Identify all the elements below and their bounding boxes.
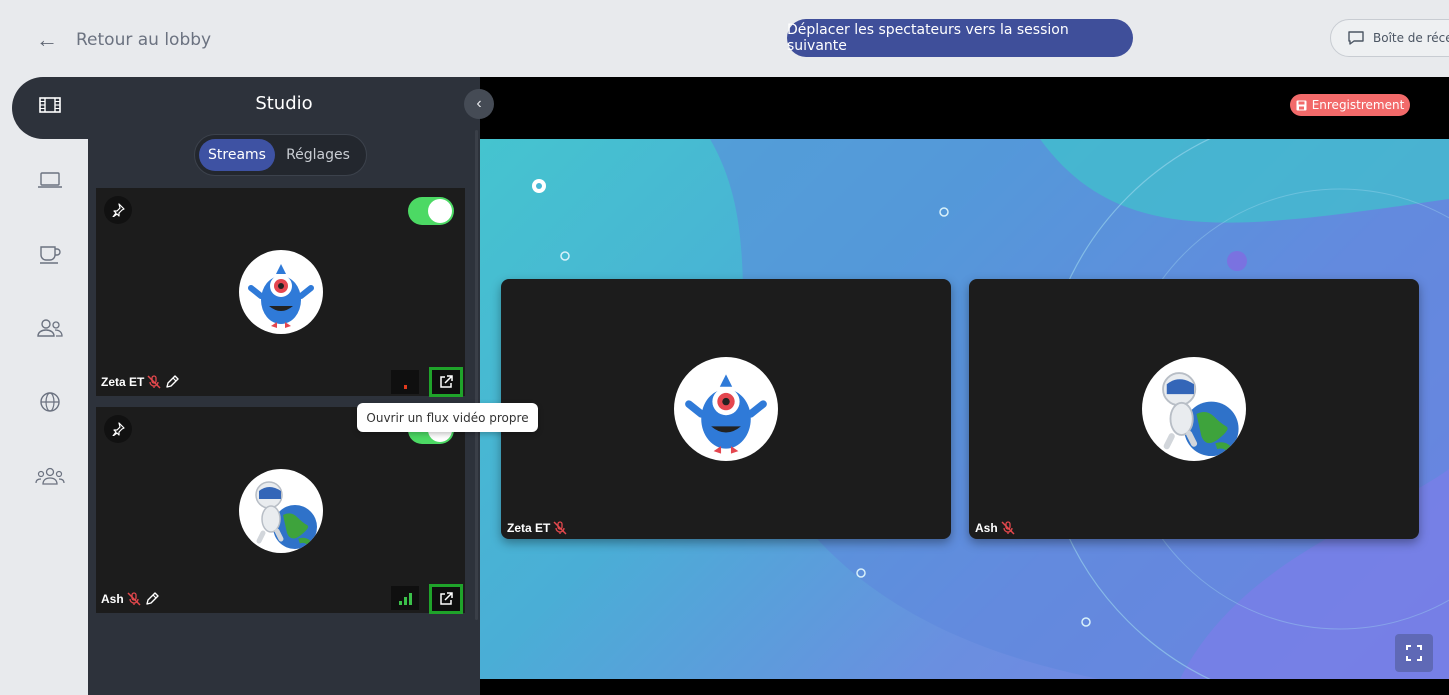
inbox-button[interactable]: Boîte de réce xyxy=(1330,19,1449,57)
stream-toggle[interactable] xyxy=(408,197,454,225)
globe-icon[interactable] xyxy=(35,390,65,414)
stage-tile-zeta: Zeta ET xyxy=(501,279,951,539)
arrow-left-icon: ← xyxy=(36,27,58,52)
external-link-icon xyxy=(440,592,453,605)
tab-streams[interactable]: Streams xyxy=(199,139,275,171)
top-bar: ← Retour au lobby Déplacer les spectateu… xyxy=(0,0,1449,77)
recording-label: Enregistrement xyxy=(1311,98,1405,112)
chat-bubble-icon xyxy=(1348,31,1364,45)
pencil-icon[interactable] xyxy=(144,591,160,607)
tab-settings[interactable]: Réglages xyxy=(275,139,361,171)
fullscreen-icon xyxy=(1406,645,1422,661)
move-spectators-button[interactable]: Déplacer les spectateurs vers la session… xyxy=(787,19,1133,57)
users-icon[interactable] xyxy=(35,316,65,340)
tile-name-label: Ash xyxy=(975,521,998,535)
fullscreen-button[interactable] xyxy=(1395,634,1433,672)
back-to-lobby-link[interactable]: ← Retour au lobby xyxy=(36,26,211,54)
stream-name: Ash xyxy=(101,591,160,607)
open-clean-video-button[interactable] xyxy=(429,367,463,397)
mic-muted-icon xyxy=(147,375,161,389)
recording-badge: Enregistrement xyxy=(1290,94,1410,116)
mic-muted-icon xyxy=(553,521,567,535)
floppy-disk-icon xyxy=(1296,100,1307,110)
stream-card-zeta: Zeta ET xyxy=(96,188,465,397)
avatar-astronaut-globe xyxy=(239,469,323,553)
avatar-blue-monster xyxy=(239,250,323,334)
group-icon[interactable] xyxy=(35,464,65,488)
stage-area: Enregistrement Zeta ET Ash xyxy=(480,77,1449,695)
coffee-cup-icon[interactable] xyxy=(35,242,65,266)
inbox-label: Boîte de réce xyxy=(1373,31,1449,45)
studio-tabs: Streams Réglages xyxy=(194,134,367,176)
pin-icon xyxy=(112,422,125,436)
avatar-blue-monster xyxy=(674,357,778,461)
stream-name-label: Zeta ET xyxy=(101,375,145,389)
pin-button[interactable] xyxy=(104,196,132,224)
signal-strength-icon xyxy=(391,586,419,610)
avatar-astronaut-globe xyxy=(1142,357,1246,461)
stream-name: Zeta ET xyxy=(101,374,180,390)
pencil-icon[interactable] xyxy=(164,374,180,390)
collapse-panel-button[interactable]: ‹ xyxy=(464,89,494,119)
pin-button[interactable] xyxy=(104,415,132,443)
tile-name: Zeta ET xyxy=(507,521,567,535)
external-link-icon xyxy=(440,375,453,388)
tile-name: Ash xyxy=(975,521,1015,535)
stream-card-ash: Ash xyxy=(96,407,465,614)
stage-tile-ash: Ash xyxy=(969,279,1419,539)
tile-name-label: Zeta ET xyxy=(507,521,551,535)
open-clean-video-button[interactable] xyxy=(429,584,463,614)
signal-bar xyxy=(403,385,407,389)
signal-bar xyxy=(398,601,402,605)
mic-muted-icon xyxy=(1001,521,1015,535)
studio-scrollbar[interactable] xyxy=(475,130,478,620)
signal-strength-icon xyxy=(391,370,419,394)
film-icon[interactable] xyxy=(35,93,65,117)
tooltip-open-clean-video: Ouvrir un flux vidéo propre xyxy=(357,403,538,432)
signal-bar xyxy=(403,597,407,605)
studio-title: Studio xyxy=(255,93,313,114)
mic-muted-icon xyxy=(127,592,141,606)
laptop-icon[interactable] xyxy=(35,168,65,192)
stream-name-label: Ash xyxy=(101,592,124,606)
back-label: Retour au lobby xyxy=(76,30,212,50)
signal-bar xyxy=(408,593,412,605)
pin-icon xyxy=(112,203,125,217)
chevron-left-icon: ‹ xyxy=(476,95,482,112)
